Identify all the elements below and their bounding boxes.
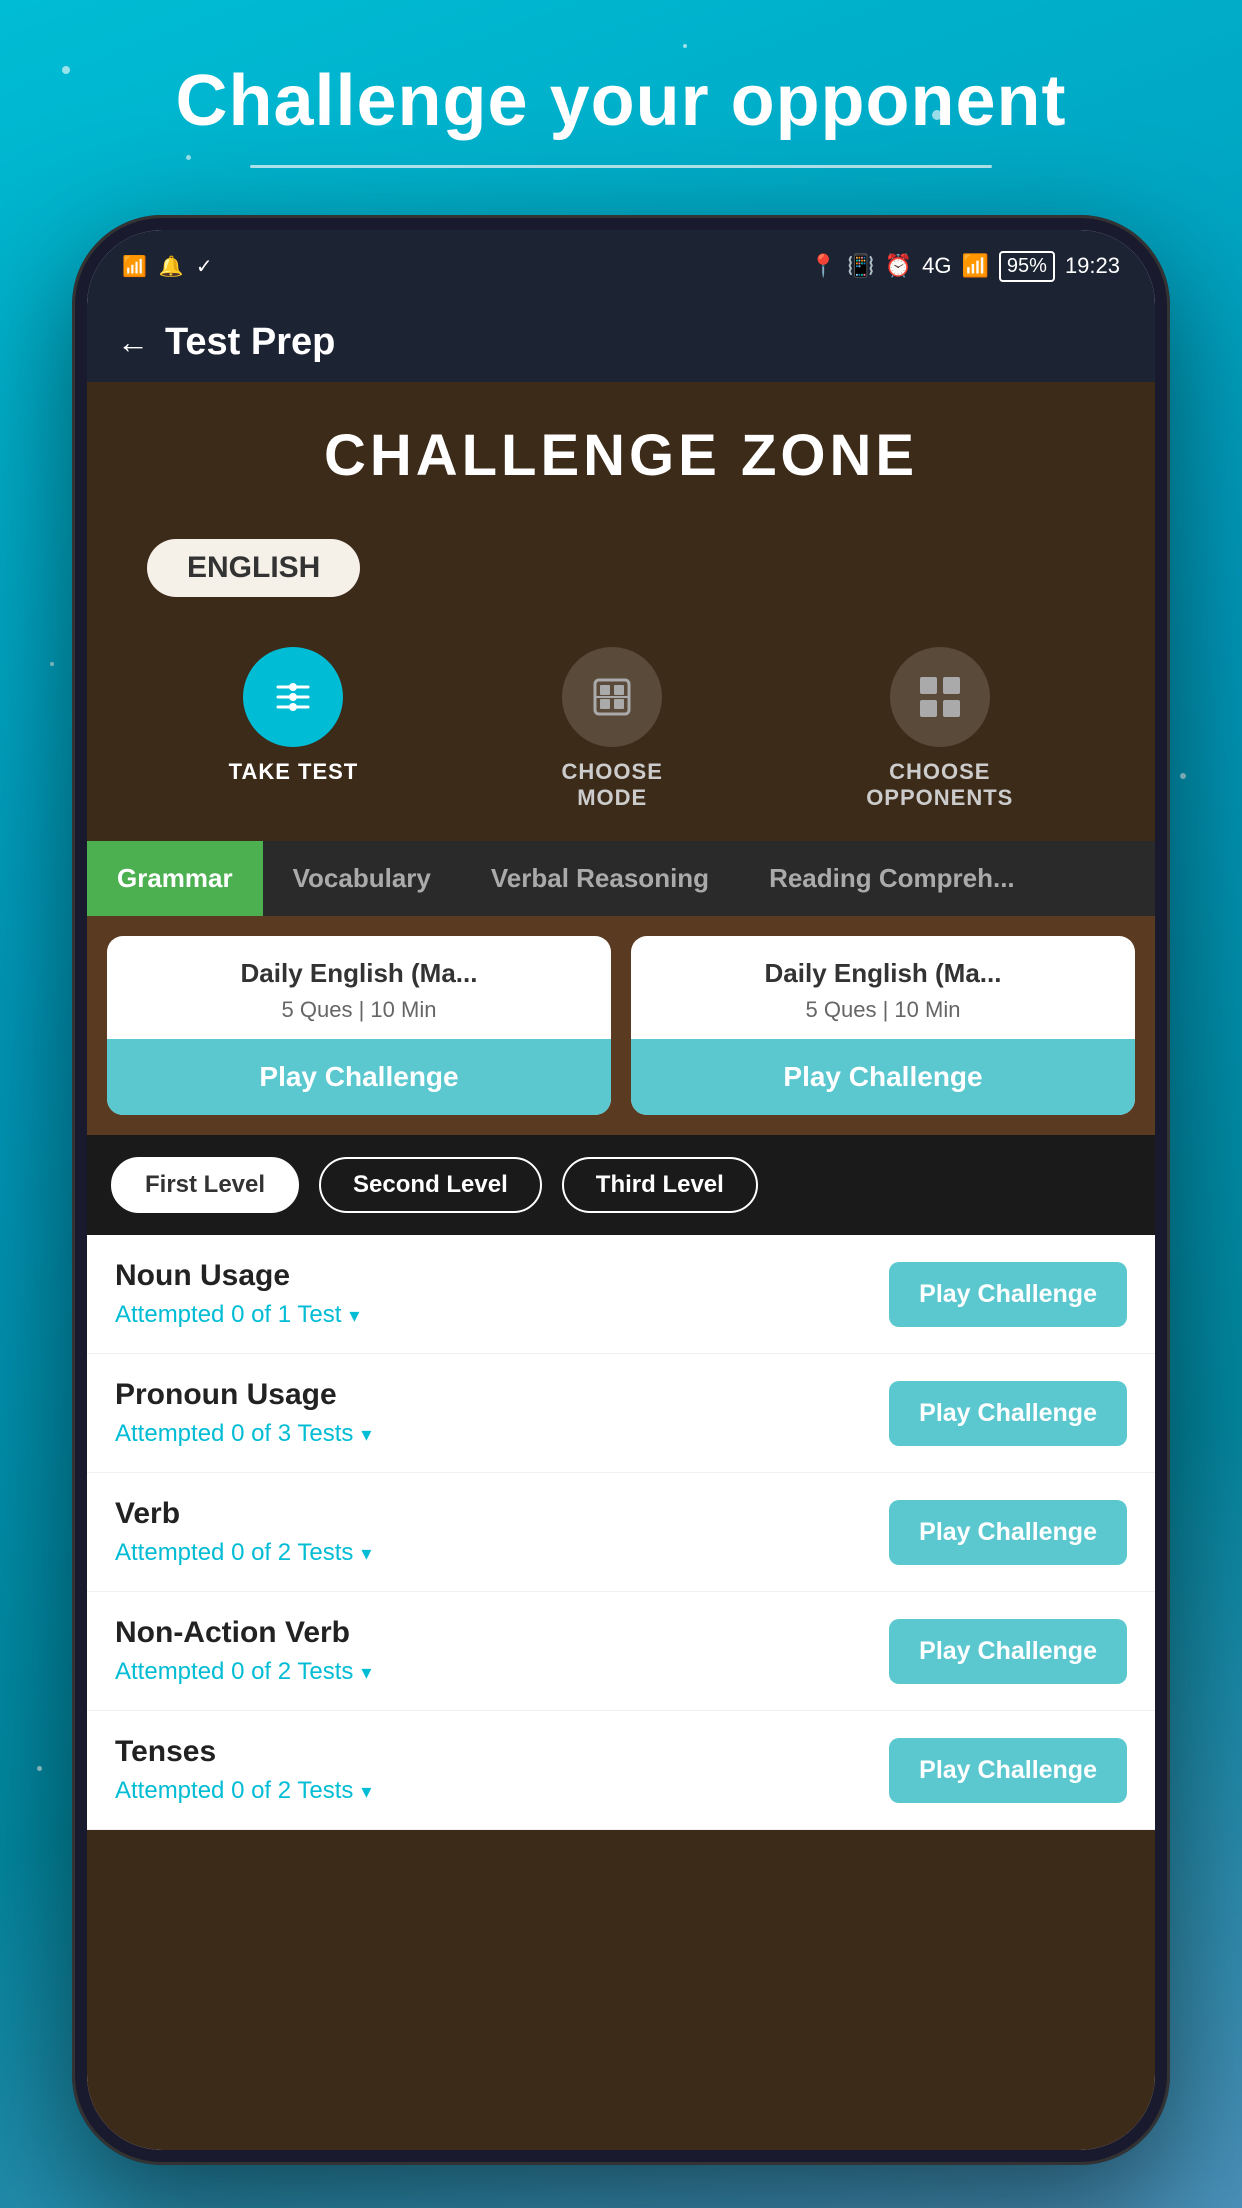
topic-tenses-left: Tenses Attempted 0 of 2 Tests ▾ — [115, 1735, 371, 1805]
topics-list: Noun Usage Attempted 0 of 1 Test ▾ Play … — [87, 1235, 1155, 1830]
back-button[interactable]: ← — [117, 324, 149, 361]
topic-pronoun-usage: Pronoun Usage Attempted 0 of 3 Tests ▾ P… — [87, 1354, 1155, 1473]
topic-noun-usage: Noun Usage Attempted 0 of 1 Test ▾ Play … — [87, 1235, 1155, 1354]
topic-tenses-name: Tenses — [115, 1735, 371, 1769]
daily-challenge-cards: Daily English (Ma... 5 Ques | 10 Min Pla… — [87, 916, 1155, 1135]
status-bar: 📶 🔔 ✓ 📍 📳 ⏰ 4G 📶 95% 19:23 — [87, 230, 1155, 302]
status-right-info: 📍 📳 ⏰ 4G 📶 95% 19:23 — [810, 251, 1120, 282]
verb-play-button[interactable]: Play Challenge — [889, 1500, 1127, 1565]
hero-title: Challenge your opponent — [0, 60, 1242, 142]
card-1-play-button[interactable]: Play Challenge — [107, 1039, 611, 1115]
card-2-play-button[interactable]: Play Challenge — [631, 1039, 1135, 1115]
vibrate-icon: 📳 — [847, 253, 874, 279]
topic-verb-attempted: Attempted 0 of 2 Tests ▾ — [115, 1539, 371, 1567]
topic-verb-left: Verb Attempted 0 of 2 Tests ▾ — [115, 1497, 371, 1567]
take-test-icon — [243, 647, 343, 747]
tab-verbal-reasoning[interactable]: Verbal Reasoning — [461, 841, 739, 916]
battery-indicator: 95% — [999, 251, 1055, 282]
pill-row: ENGLISH — [87, 519, 1155, 627]
topic-nonaction-left: Non-Action Verb Attempted 0 of 2 Tests ▾ — [115, 1616, 371, 1686]
challenge-card-2: Daily English (Ma... 5 Ques | 10 Min Pla… — [631, 936, 1135, 1115]
mode-take-test[interactable]: TAKE TEST — [229, 647, 359, 811]
content-area: CHALLENGE ZONE ENGLISH — [87, 382, 1155, 2150]
subject-tabs: Grammar Vocabulary Verbal Reasoning Read… — [87, 841, 1155, 916]
mode-choose-mode[interactable]: CHOOSEMODE — [562, 647, 663, 811]
card-1-title: Daily English (Ma... — [127, 958, 591, 989]
challenge-header: CHALLENGE ZONE — [87, 382, 1155, 519]
topic-tenses-attempted: Attempted 0 of 2 Tests ▾ — [115, 1777, 371, 1805]
signal-icon: 📶 — [962, 253, 989, 279]
modes-row: TAKE TEST CHOOSEMODE — [87, 627, 1155, 841]
topic-pronoun-name: Pronoun Usage — [115, 1378, 371, 1412]
topic-non-action-verb: Non-Action Verb Attempted 0 of 2 Tests ▾… — [87, 1592, 1155, 1711]
choose-mode-label: CHOOSEMODE — [562, 759, 663, 811]
status-left-icons: 📶 🔔 ✓ — [122, 254, 213, 279]
noun-play-button[interactable]: Play Challenge — [889, 1262, 1127, 1327]
top-navigation: ← Test Prep — [87, 302, 1155, 382]
noun-dropdown-arrow[interactable]: ▾ — [349, 1303, 359, 1328]
nonaction-play-button[interactable]: Play Challenge — [889, 1619, 1127, 1684]
challenge-card-1: Daily English (Ma... 5 Ques | 10 Min Pla… — [107, 936, 611, 1115]
mode-choose-opponents[interactable]: CHOOSEOPPONENTS — [866, 647, 1013, 811]
choose-opponents-label: CHOOSEOPPONENTS — [866, 759, 1013, 811]
card-2-info: 5 Ques | 10 Min — [651, 997, 1115, 1023]
network-label: 4G — [922, 253, 951, 279]
topic-pronoun-left: Pronoun Usage Attempted 0 of 3 Tests ▾ — [115, 1378, 371, 1448]
pronoun-play-button[interactable]: Play Challenge — [889, 1381, 1127, 1446]
topic-tenses: Tenses Attempted 0 of 2 Tests ▾ Play Cha… — [87, 1711, 1155, 1830]
wifi-icon: 📶 — [122, 254, 147, 279]
levels-row: First Level Second Level Third Level — [87, 1135, 1155, 1235]
topic-noun-name: Noun Usage — [115, 1259, 359, 1293]
card-1-top: Daily English (Ma... 5 Ques | 10 Min — [107, 936, 611, 1039]
topic-nonaction-name: Non-Action Verb — [115, 1616, 371, 1650]
pronoun-dropdown-arrow[interactable]: ▾ — [361, 1422, 371, 1447]
card-1-info: 5 Ques | 10 Min — [127, 997, 591, 1023]
tab-grammar[interactable]: Grammar — [87, 841, 263, 916]
notification-icon: 🔔 — [159, 254, 184, 279]
subject-pill[interactable]: ENGLISH — [147, 539, 360, 597]
topic-noun-left: Noun Usage Attempted 0 of 1 Test ▾ — [115, 1259, 359, 1329]
tenses-dropdown-arrow[interactable]: ▾ — [361, 1779, 371, 1804]
level-second[interactable]: Second Level — [319, 1157, 542, 1213]
tab-vocabulary[interactable]: Vocabulary — [263, 841, 461, 916]
topic-verb-name: Verb — [115, 1497, 371, 1531]
card-2-top: Daily English (Ma... 5 Ques | 10 Min — [631, 936, 1135, 1039]
topic-pronoun-attempted: Attempted 0 of 3 Tests ▾ — [115, 1420, 371, 1448]
choose-mode-icon — [562, 647, 662, 747]
verb-dropdown-arrow[interactable]: ▾ — [361, 1541, 371, 1566]
card-2-title: Daily English (Ma... — [651, 958, 1115, 989]
challenge-zone-title: CHALLENGE ZONE — [107, 422, 1135, 489]
location-icon: 📍 — [810, 253, 837, 279]
tab-reading-comprehension[interactable]: Reading Compreh... — [739, 841, 1045, 916]
topic-noun-attempted: Attempted 0 of 1 Test ▾ — [115, 1301, 359, 1329]
hero-divider — [250, 165, 992, 168]
level-third[interactable]: Third Level — [562, 1157, 758, 1213]
nonaction-dropdown-arrow[interactable]: ▾ — [361, 1660, 371, 1685]
tenses-play-button[interactable]: Play Challenge — [889, 1738, 1127, 1803]
check-icon: ✓ — [196, 254, 213, 279]
topic-verb: Verb Attempted 0 of 2 Tests ▾ Play Chall… — [87, 1473, 1155, 1592]
take-test-label: TAKE TEST — [229, 759, 359, 785]
topic-nonaction-attempted: Attempted 0 of 2 Tests ▾ — [115, 1658, 371, 1686]
phone-screen: 📶 🔔 ✓ 📍 📳 ⏰ 4G 📶 95% 19:23 ← Test Prep — [87, 230, 1155, 2150]
phone-frame: 📶 🔔 ✓ 📍 📳 ⏰ 4G 📶 95% 19:23 ← Test Prep — [72, 215, 1170, 2165]
alarm-icon: ⏰ — [885, 253, 912, 279]
time-display: 19:23 — [1065, 253, 1120, 279]
level-first[interactable]: First Level — [111, 1157, 299, 1213]
page-title: Test Prep — [165, 321, 335, 364]
choose-opponents-icon — [890, 647, 990, 747]
